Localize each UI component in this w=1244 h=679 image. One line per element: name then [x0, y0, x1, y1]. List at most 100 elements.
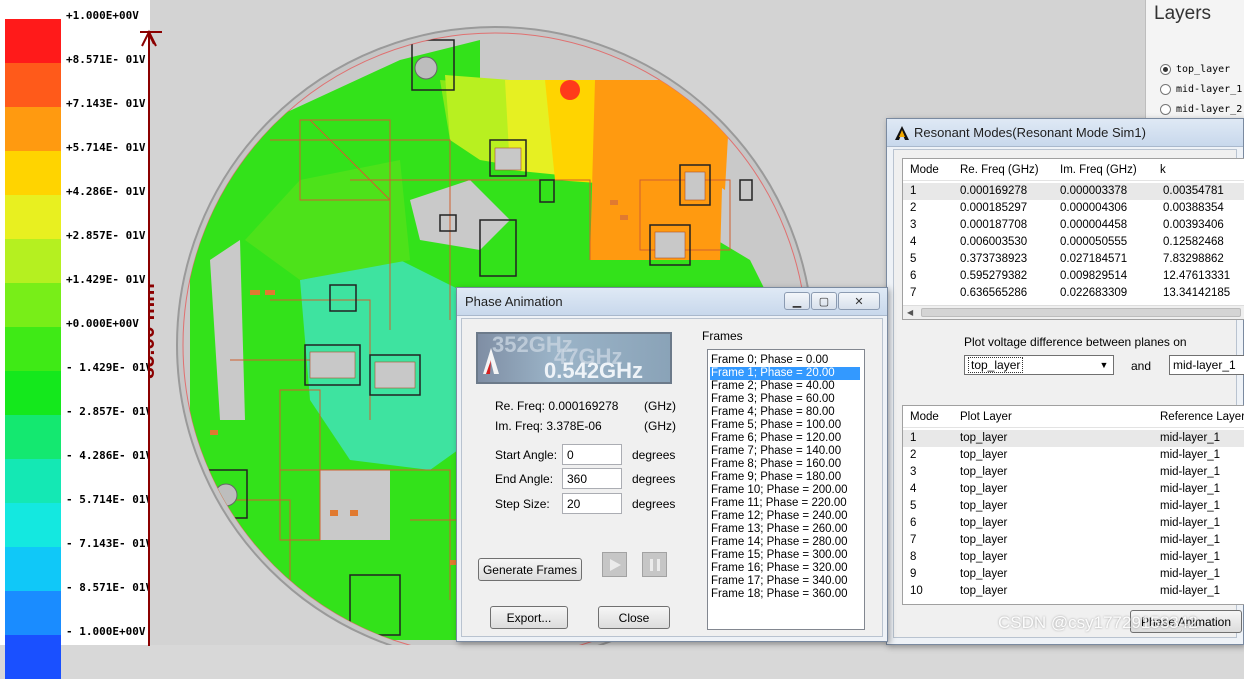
resonant-modes-window: Resonant Modes(Resonant Mode Sim1) Mode … — [886, 118, 1244, 645]
step-size-input[interactable] — [562, 493, 622, 514]
list-item[interactable]: Frame 7; Phase = 140.00 — [710, 445, 860, 458]
list-item[interactable]: Frame 15; Phase = 300.00 — [710, 549, 860, 562]
maximize-icon: ▢ — [818, 295, 830, 308]
list-item[interactable]: Frame 11; Phase = 220.00 — [710, 497, 860, 510]
table-row[interactable]: 3 0.000187708 0.000004458 0.00393406 — [903, 217, 1244, 234]
list-item[interactable]: Frame 2; Phase = 40.00 — [710, 380, 860, 393]
layer-option-top[interactable]: top_layer — [1160, 64, 1230, 75]
list-item[interactable]: Frame 10; Phase = 200.00 — [710, 484, 860, 497]
layer-option-mid1[interactable]: mid-layer_1 — [1160, 84, 1242, 95]
resonant-title-bar[interactable]: Resonant Modes(Resonant Mode Sim1) — [887, 119, 1243, 147]
resonant-body: Mode Re. Freq (GHz) Im. Freq (GHz) k 1 0.… — [893, 149, 1244, 638]
table-cell: 0.373738923 — [960, 253, 1028, 265]
col-mode[interactable]: Mode — [910, 164, 939, 176]
table-row[interactable]: 3 top_layer mid-layer_1 — [903, 464, 1244, 481]
legend-swatch — [5, 107, 61, 151]
table-cell: 0.00354781 — [1163, 185, 1224, 197]
table-row[interactable]: 6 top_layer mid-layer_1 — [903, 515, 1244, 532]
scroll-left-icon[interactable]: ◀ — [907, 308, 913, 317]
frames-label: Frames — [702, 329, 743, 343]
table-row[interactable]: 8 top_layer mid-layer_1 — [903, 549, 1244, 566]
table-row[interactable]: 10 top_layer mid-layer_1 — [903, 583, 1244, 600]
plot-layer-select[interactable]: top_layer ▼ — [964, 355, 1114, 375]
legend-label: +2.857E- 01V — [66, 229, 146, 242]
table-row[interactable]: 2 top_layer mid-layer_1 — [903, 447, 1244, 464]
table-row[interactable]: 1 top_layer mid-layer_1 — [903, 430, 1244, 447]
modes-table[interactable]: Mode Re. Freq (GHz) Im. Freq (GHz) k 1 0.… — [902, 158, 1244, 320]
col-reference-layer[interactable]: Reference Layer — [1160, 411, 1244, 423]
reference-layer-select[interactable]: mid-layer_1 — [1169, 355, 1244, 375]
table-row[interactable]: 4 0.006003530 0.000050555 0.12582468 — [903, 234, 1244, 251]
end-angle-input[interactable] — [562, 468, 622, 489]
list-item[interactable]: Frame 18; Phase = 360.00 — [710, 588, 860, 601]
table-row[interactable]: 6 0.595279382 0.009829514 12.47613331 — [903, 268, 1244, 285]
phase-animation-window: Phase Animation ▁ ▢ ✕ 352GHz 47GHz 0.542… — [456, 287, 888, 642]
list-item[interactable]: Frame 14; Phase = 280.00 — [710, 536, 860, 549]
list-item[interactable]: Frame 4; Phase = 80.00 — [710, 406, 860, 419]
layer-option-mid2[interactable]: mid-layer_2 — [1160, 104, 1242, 115]
table-cell: 1 — [910, 185, 917, 197]
col-plot-layer[interactable]: Plot Layer — [960, 411, 1012, 423]
table-row[interactable]: 2 0.000185297 0.000004306 0.00388354 — [903, 200, 1244, 217]
and-label: and — [1131, 359, 1152, 373]
table-cell: top_layer — [960, 551, 1008, 563]
radio-icon[interactable] — [1160, 104, 1171, 115]
mounting-hole — [414, 56, 438, 80]
pause-button[interactable] — [642, 552, 667, 577]
table-cell: mid-layer_1 — [1160, 466, 1221, 478]
table-row[interactable]: 7 0.636565286 0.022683309 13.34142185 — [903, 285, 1244, 302]
export-button[interactable]: Export... — [490, 606, 568, 629]
list-item[interactable]: Frame 3; Phase = 60.00 — [710, 393, 860, 406]
list-item[interactable]: Frame 8; Phase = 160.00 — [710, 458, 860, 471]
play-button[interactable] — [602, 552, 627, 577]
table-row[interactable]: 7 top_layer mid-layer_1 — [903, 532, 1244, 549]
list-item[interactable]: Frame 13; Phase = 260.00 — [710, 523, 860, 536]
table-cell: 12.47613331 — [1163, 270, 1231, 282]
horizontal-scrollbar[interactable]: ◀ — [903, 305, 1244, 319]
list-item[interactable]: Frame 5; Phase = 100.00 — [710, 419, 860, 432]
table-cell: 0.000169278 — [960, 185, 1028, 197]
table-cell: top_layer — [960, 449, 1008, 461]
table-row[interactable]: 1 0.000169278 0.000003378 0.00354781 — [903, 183, 1244, 200]
chevron-down-icon: ▼ — [1099, 360, 1109, 370]
legend-swatch — [5, 63, 61, 107]
phase-title-bar[interactable]: Phase Animation ▁ ▢ ✕ — [457, 288, 887, 316]
table-cell: mid-layer_1 — [1160, 432, 1221, 444]
close-window-button[interactable]: ✕ — [838, 292, 880, 310]
radio-icon[interactable] — [1160, 84, 1171, 95]
table-row[interactable]: 5 top_layer mid-layer_1 — [903, 498, 1244, 515]
close-button[interactable]: Close — [598, 606, 670, 629]
table-cell: mid-layer_1 — [1160, 551, 1221, 563]
col-pair-mode[interactable]: Mode — [910, 411, 939, 423]
col-k[interactable]: k — [1160, 164, 1166, 176]
list-item[interactable]: Frame 12; Phase = 240.00 — [710, 510, 860, 523]
end-degrees-label: degrees — [632, 472, 676, 486]
minimize-button[interactable]: ▁ — [784, 292, 810, 310]
table-cell: 7 — [910, 534, 917, 546]
table-row[interactable]: 4 top_layer mid-layer_1 — [903, 481, 1244, 498]
table-row[interactable]: 9 top_layer mid-layer_1 — [903, 566, 1244, 583]
table-cell: 0.00393406 — [1163, 219, 1224, 231]
col-im-freq[interactable]: Im. Freq (GHz) — [1060, 164, 1137, 176]
table-cell: 0.000187708 — [960, 219, 1028, 231]
list-item[interactable]: Frame 1; Phase = 20.00 — [710, 367, 860, 380]
legend-swatch — [5, 371, 61, 415]
list-item[interactable]: Frame 0; Phase = 0.00 — [710, 354, 860, 367]
generate-frames-button[interactable]: Generate Frames — [478, 558, 582, 581]
table-cell: 7 — [910, 287, 917, 299]
table-cell: mid-layer_1 — [1160, 500, 1221, 512]
list-item[interactable]: Frame 17; Phase = 340.00 — [710, 575, 860, 588]
table-cell: top_layer — [960, 483, 1008, 495]
col-re-freq[interactable]: Re. Freq (GHz) — [960, 164, 1039, 176]
minimize-icon: ▁ — [792, 295, 802, 308]
table-row[interactable]: 5 0.373738923 0.027184571 7.83298862 — [903, 251, 1244, 268]
start-angle-input[interactable] — [562, 444, 622, 465]
list-item[interactable]: Frame 16; Phase = 320.00 — [710, 562, 860, 575]
maximize-button[interactable]: ▢ — [811, 292, 837, 310]
radio-icon[interactable] — [1160, 64, 1171, 75]
legend-swatch — [5, 503, 61, 547]
list-item[interactable]: Frame 6; Phase = 120.00 — [710, 432, 860, 445]
list-item[interactable]: Frame 9; Phase = 180.00 — [710, 471, 860, 484]
frames-list[interactable]: Frame 0; Phase = 0.00 Frame 1; Phase = 20… — [707, 349, 865, 630]
layer-pairs-table[interactable]: Mode Plot Layer Reference Layer 1 top_lay… — [902, 405, 1244, 605]
